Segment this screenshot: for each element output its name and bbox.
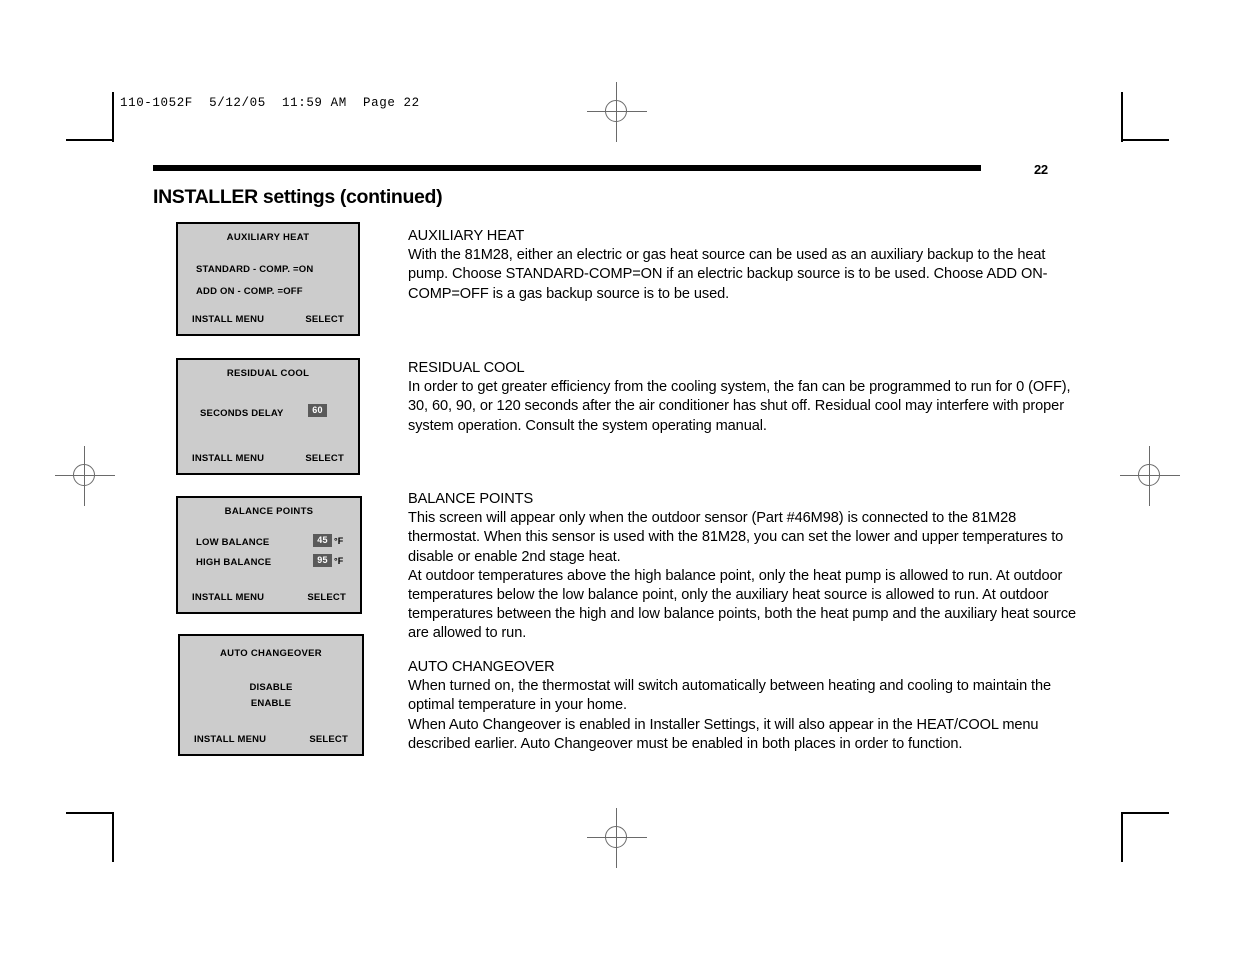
- crop-mark-top-left-vertical: [112, 92, 114, 142]
- lcd-button-install-menu[interactable]: INSTALL MENU: [192, 314, 264, 325]
- header-rule: [153, 165, 981, 171]
- lcd-screen-auto-changeover: AUTO CHANGEOVER DISABLE ENABLE INSTALL M…: [178, 634, 364, 756]
- section-paragraph: When Auto Changeover is enabled in Insta…: [408, 716, 1039, 752]
- section-residual-cool: RESIDUAL COOL In order to get greater ef…: [408, 359, 1080, 436]
- lcd-screen-residual-cool: RESIDUAL COOL SECONDS DELAY 60 INSTALL M…: [176, 358, 360, 475]
- lcd-button-install-menu[interactable]: INSTALL MENU: [194, 734, 266, 745]
- lcd-button-install-menu[interactable]: INSTALL MENU: [192, 592, 264, 603]
- lcd-screen-balance-points: BALANCE POINTS LOW BALANCE 45 °F HIGH BAL…: [176, 496, 362, 614]
- section-heading: RESIDUAL COOL: [408, 360, 525, 376]
- lcd-screen-auxiliary-heat: AUXILIARY HEAT STANDARD - COMP. =ON ADD …: [176, 222, 360, 336]
- lcd-unit-low-balance: °F: [334, 535, 344, 546]
- lcd-value-seconds-delay[interactable]: 60: [308, 404, 327, 417]
- lcd-footer: INSTALL MENU SELECT: [178, 453, 358, 464]
- lcd-value-high-balance[interactable]: 95: [313, 554, 332, 567]
- section-auxiliary-heat: AUXILIARY HEAT With the 81M28, either an…: [408, 227, 1080, 304]
- registration-mark-top: [587, 82, 647, 142]
- crop-mark-bottom-right-vertical: [1121, 812, 1123, 862]
- lcd-value-low-balance[interactable]: 45: [313, 534, 332, 547]
- section-paragraph: At outdoor temperatures above the high b…: [408, 567, 1077, 642]
- page-title: INSTALLER settings (continued): [153, 186, 443, 208]
- lcd-button-install-menu[interactable]: INSTALL MENU: [192, 453, 264, 464]
- lcd-title: BALANCE POINTS: [224, 506, 314, 517]
- lcd-option-disable[interactable]: DISABLE: [180, 682, 362, 693]
- registration-mark-left: [55, 446, 115, 506]
- registration-mark-bottom: [587, 808, 647, 868]
- section-auto-changeover: AUTO CHANGEOVER When turned on, the ther…: [408, 658, 1080, 754]
- lcd-button-select[interactable]: SELECT: [309, 734, 348, 745]
- section-paragraph: When turned on, the thermostat will swit…: [408, 678, 1052, 714]
- section-paragraph: With the 81M28, either an electric or ga…: [408, 247, 1048, 302]
- lcd-value-low-balance-wrapper: 45 °F: [313, 534, 344, 547]
- lcd-label-high-balance: HIGH BALANCE: [196, 557, 272, 568]
- lcd-unit-high-balance: °F: [334, 555, 344, 566]
- lcd-title: RESIDUAL COOL: [226, 368, 310, 379]
- lcd-value-seconds-delay-wrapper: 60: [308, 404, 327, 417]
- crop-mark-bottom-right-horizontal: [1121, 812, 1169, 814]
- section-paragraph: In order to get greater efficiency from …: [408, 379, 1071, 434]
- registration-mark-right: [1120, 446, 1180, 506]
- lcd-title: AUXILIARY HEAT: [226, 232, 310, 243]
- section-heading: BALANCE POINTS: [408, 491, 534, 507]
- section-paragraph: This screen will appear only when the ou…: [408, 510, 1064, 565]
- registration-mark-circle: [73, 464, 95, 486]
- lcd-option-standard[interactable]: STANDARD - COMP. =ON: [196, 264, 313, 275]
- proof-slug: 110-1052F 5/12/05 11:59 AM Page 22: [120, 96, 420, 110]
- crop-mark-top-left-horizontal: [66, 139, 114, 141]
- lcd-option-enable[interactable]: ENABLE: [180, 698, 362, 709]
- registration-mark-circle: [605, 100, 627, 122]
- lcd-option-add-on[interactable]: ADD ON - COMP. =OFF: [196, 286, 303, 297]
- crop-mark-bottom-left-vertical: [112, 812, 114, 862]
- lcd-value-high-balance-wrapper: 95 °F: [313, 554, 344, 567]
- lcd-label-seconds-delay: SECONDS DELAY: [200, 408, 284, 419]
- registration-mark-circle: [605, 826, 627, 848]
- page-number: 22: [1034, 162, 1048, 177]
- lcd-button-select[interactable]: SELECT: [307, 592, 346, 603]
- section-heading: AUXILIARY HEAT: [408, 228, 525, 244]
- lcd-button-select[interactable]: SELECT: [305, 314, 344, 325]
- lcd-title: AUTO CHANGEOVER: [220, 648, 322, 659]
- lcd-label-low-balance: LOW BALANCE: [196, 537, 270, 548]
- section-heading: AUTO CHANGEOVER: [408, 659, 555, 675]
- crop-mark-top-right-horizontal: [1121, 139, 1169, 141]
- section-balance-points: BALANCE POINTS This screen will appear o…: [408, 490, 1080, 644]
- lcd-footer: INSTALL MENU SELECT: [180, 734, 362, 745]
- crop-mark-bottom-left-horizontal: [66, 812, 114, 814]
- lcd-footer: INSTALL MENU SELECT: [178, 314, 358, 325]
- registration-mark-circle: [1138, 464, 1160, 486]
- lcd-button-select[interactable]: SELECT: [305, 453, 344, 464]
- crop-mark-top-right-vertical: [1121, 92, 1123, 142]
- lcd-footer: INSTALL MENU SELECT: [178, 592, 360, 603]
